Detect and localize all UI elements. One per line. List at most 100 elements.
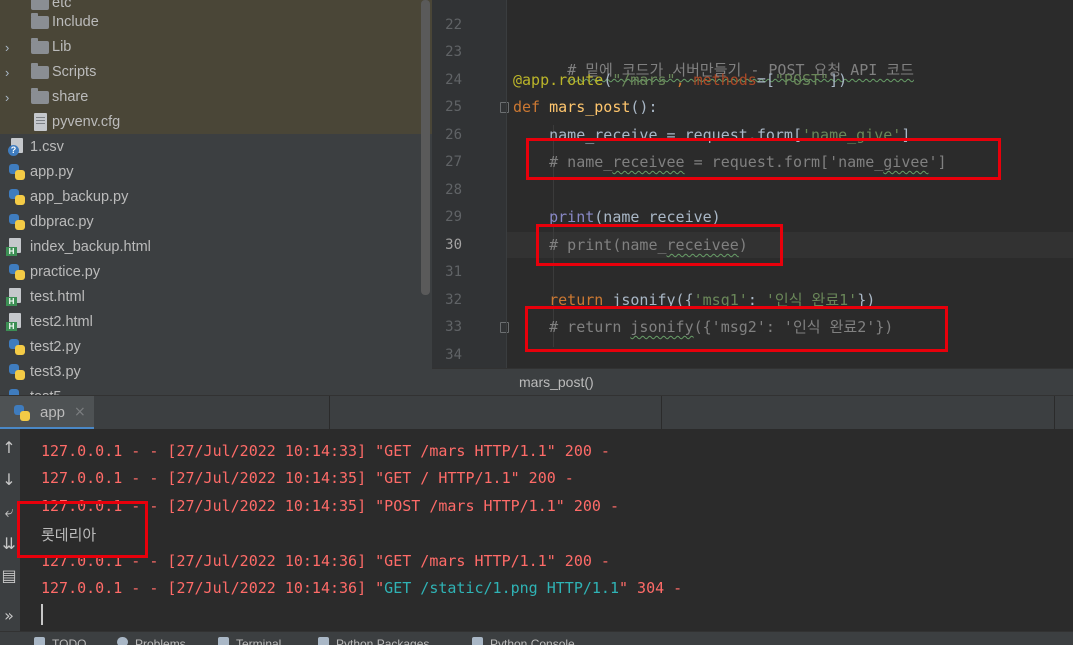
python-file-icon [8,188,26,206]
tree-item-label: Lib [52,39,72,55]
chevron-right-icon[interactable]: › [5,91,17,104]
tree-item-label: dbprac.py [30,214,94,230]
tree-item-app-backup-py[interactable]: app_backup.py [0,185,432,210]
soft-wrap-icon[interactable]: ⤶ [1,503,17,521]
tree-item-lib[interactable]: › Lib [0,35,432,60]
folder-icon [31,38,49,54]
divider [661,396,662,430]
run-tab-app[interactable]: app × [0,396,94,430]
paren: ( [603,71,613,89]
close-bracket: ]) [829,71,848,89]
console-line: 127.0.0.1 - - [27/Jul/2022 10:14:36] "GE… [41,579,682,597]
line-number: 25 [445,99,462,115]
python-file-icon [8,338,26,356]
python-console-icon [472,637,483,645]
line-number: 22 [445,17,462,33]
csv-file-icon: ? [8,138,26,156]
tree-item-label: pyvenv.cfg [52,114,121,130]
toolwindow-python-console[interactable]: Python Console [490,637,575,645]
toolwindow-todo[interactable]: TODO [52,637,86,645]
folder-icon [31,0,49,10]
tree-item-share[interactable]: › share [0,85,432,110]
terminal-icon [218,637,229,645]
highlight-box-console-output [17,501,148,558]
line-number-gutter: 22 23 24 25 26 27 28 29 30 31 32 33 34 [432,0,509,370]
tree-item-label: 1.csv [30,139,64,155]
gutter-separator [506,0,507,370]
tree-item-label: test2.html [30,314,93,330]
todo-icon [34,637,45,645]
tool-window-bar: TODO Problems Terminal Python Packages P… [0,631,1073,645]
tree-item-1csv[interactable]: ? 1.csv [0,135,432,160]
chevron-right-icon[interactable]: › [5,66,17,79]
python-file-icon [8,163,26,181]
toolwindow-terminal[interactable]: Terminal [236,637,281,645]
tree-item-label: Scripts [52,64,97,80]
line-number: 29 [445,209,462,225]
tree-item-label: app.py [30,164,74,180]
tree-item-practice-py[interactable]: practice.py [0,260,432,285]
comma: , [675,71,694,89]
line-number: 32 [445,292,462,308]
more-icon[interactable]: » [1,607,17,625]
tree-item-include[interactable]: Include [0,10,432,35]
tree-item-test5[interactable]: test5 [0,385,432,395]
tree-item-index-backup-html[interactable]: H index_backup.html [0,235,432,260]
line-number: 27 [445,154,462,170]
tree-item-scripts[interactable]: › Scripts [0,60,432,85]
equals: =[ [756,71,775,89]
folder-icon [31,13,49,29]
arrow-up-icon[interactable]: ↑ [1,439,17,457]
fold-marker-icon[interactable] [500,102,509,113]
fold-marker-icon[interactable] [500,322,509,333]
tree-item-label: index_backup.html [30,239,151,255]
line-number: 24 [445,72,462,88]
run-console[interactable]: ↑ ↓ ⤶ ⇊ ▤ » 127.0.0.1 - - [27/Jul/2022 1… [0,429,1073,631]
line-number-current: 30 [445,237,462,253]
tree-item-pyvenv[interactable]: pyvenv.cfg [0,110,432,135]
tree-item-label: app_backup.py [30,189,129,205]
project-tree: etc Include › Lib › Scripts › share pyve… [0,0,432,395]
scroll-to-end-icon[interactable]: ⇊ [1,535,17,553]
tree-item-label: test.html [30,289,85,305]
function-name: mars_post [549,98,631,116]
tree-item-label: test2.py [30,339,81,355]
param-name: methods [693,71,757,89]
divider [329,396,330,430]
folder-icon [31,88,49,104]
tree-item-test-html[interactable]: H test.html [0,285,432,310]
tree-item-test3-py[interactable]: test3.py [0,360,432,385]
keyword-def: def [513,98,550,116]
tree-item-label: Include [52,14,99,30]
divider [1054,396,1055,430]
tree-scrollbar[interactable] [421,0,430,295]
breadcrumb-function[interactable]: mars_post() [519,374,594,390]
line-number: 34 [445,347,462,363]
tree-item-label: test3.py [30,364,81,380]
decorator: @app.route [513,71,604,89]
tree-item-test2-html[interactable]: H test2.html [0,310,432,335]
console-line: 127.0.0.1 - - [27/Jul/2022 10:14:33] "GE… [41,442,610,460]
breadcrumb[interactable]: mars_post() [432,368,1073,395]
line-number: 28 [445,182,462,198]
tree-item-test2-py[interactable]: test2.py [0,335,432,360]
console-text: 127.0.0.1 - - [27/Jul/2022 10:14:36] " [41,579,385,597]
console-link[interactable]: GET /static/1.png HTTP/1.1 [384,579,619,597]
html-file-icon: H [6,238,24,256]
close-icon[interactable]: × [74,404,86,420]
html-file-icon: H [6,313,24,331]
method-string: "POST" [774,71,830,89]
toolwindow-problems[interactable]: Problems [135,637,186,645]
print-icon[interactable]: ▤ [1,567,17,585]
tree-item-dbprac-py[interactable]: dbprac.py [0,210,432,235]
tree-item-app-py[interactable]: app.py [0,160,432,185]
chevron-right-icon[interactable]: › [5,41,17,54]
run-tab-label: app [40,404,66,421]
line-number: 31 [445,264,462,280]
toolwindow-python-packages[interactable]: Python Packages [336,637,429,645]
line-number: 33 [445,319,462,335]
python-file-icon [8,213,26,231]
arrow-down-icon[interactable]: ↓ [1,471,17,489]
run-tool-window-header: app × [0,395,1073,430]
python-file-icon [8,263,26,281]
